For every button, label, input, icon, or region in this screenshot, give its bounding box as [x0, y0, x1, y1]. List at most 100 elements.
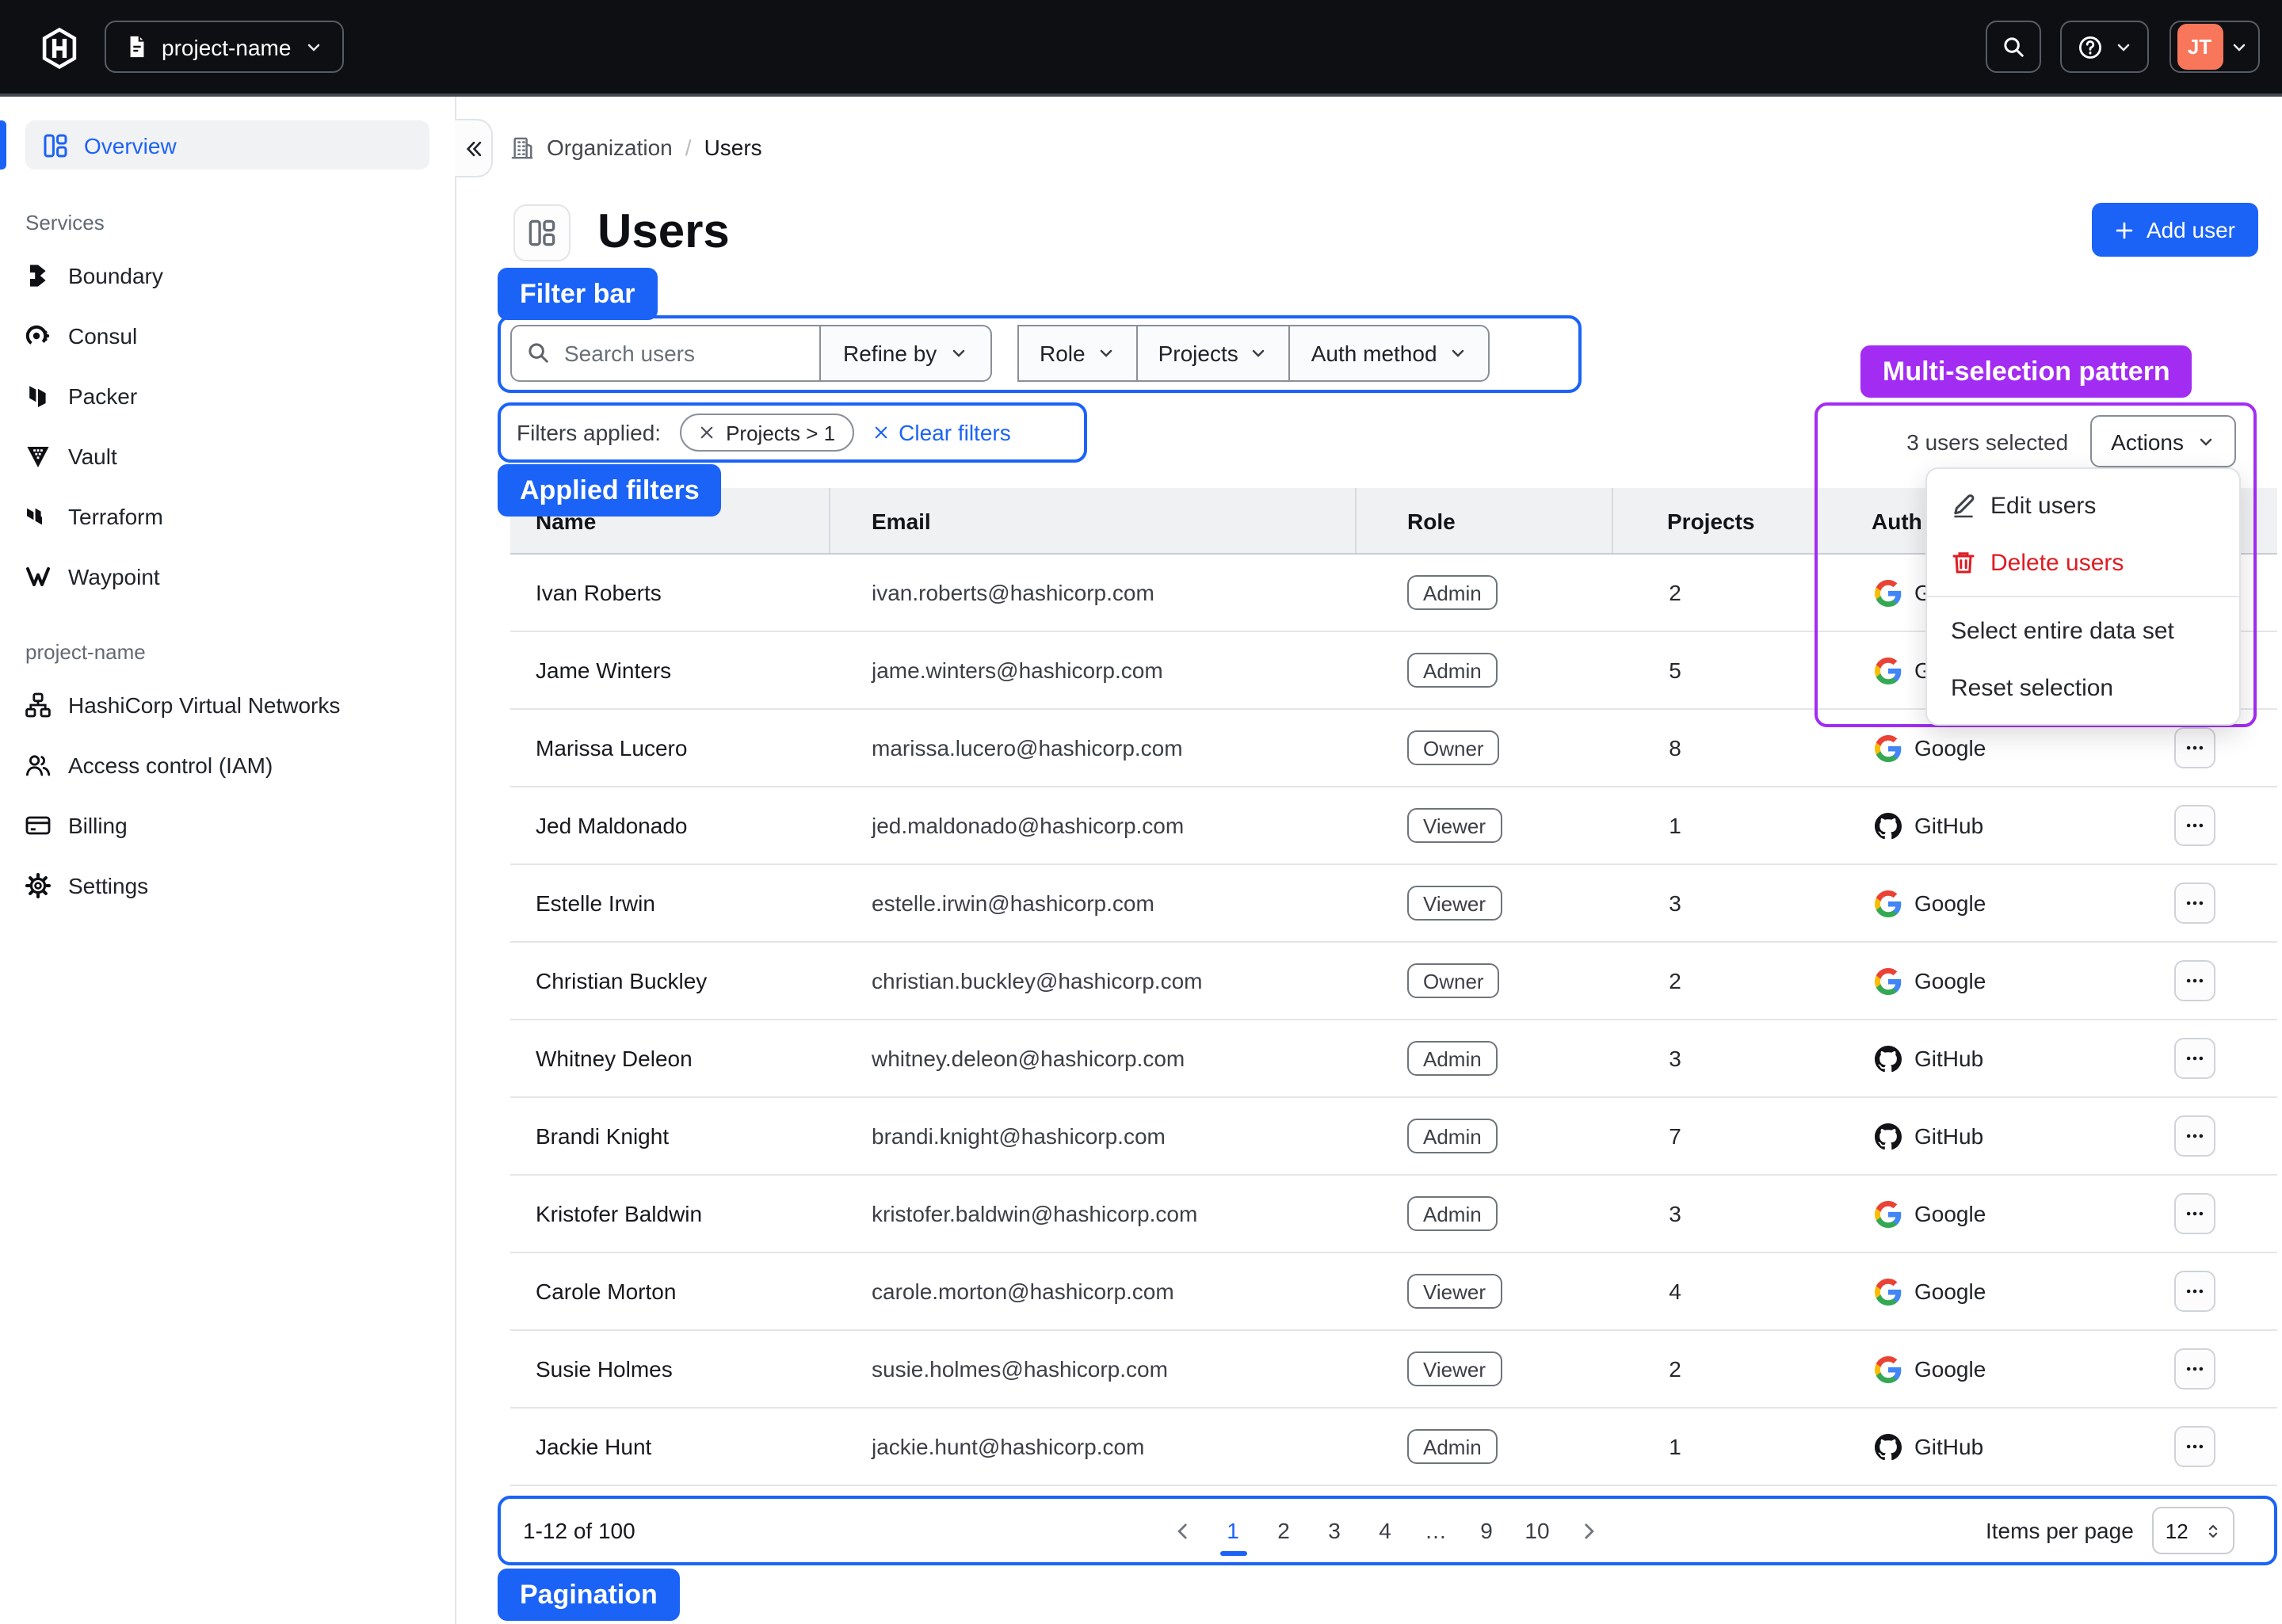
user-menu-button[interactable]: JT	[2169, 21, 2260, 73]
selection-count: 3 users selected	[1906, 429, 2068, 454]
sidebar-item[interactable]: Boundary	[25, 254, 429, 298]
cell-projects: 3	[1612, 1176, 1738, 1252]
filter-dropdown[interactable]: Auth method	[1289, 325, 1490, 382]
sidebar-item-label: Consul	[68, 323, 137, 349]
global-search-button[interactable]	[1986, 21, 2041, 73]
menu-item[interactable]: Reset selection	[1927, 659, 2239, 716]
cell-projects: 5	[1612, 632, 1738, 708]
role-badge: Admin	[1407, 1119, 1498, 1153]
table-row: Carole Morton carole.morton@hashicorp.co…	[510, 1253, 2277, 1331]
chevron-down-icon	[1097, 344, 1116, 363]
sidebar-item[interactable]: Access control (IAM)	[25, 743, 429, 787]
hashicorp-logo-icon	[40, 27, 79, 70]
sidebar-item[interactable]: HashiCorp Virtual Networks	[25, 683, 429, 727]
row-actions-button[interactable]	[2174, 1426, 2215, 1467]
menu-item-label: Select entire data set	[1951, 617, 2174, 644]
chevron-down-icon	[2113, 37, 2132, 56]
role-badge: Viewer	[1407, 1274, 1502, 1309]
row-actions-button[interactable]	[2174, 883, 2215, 924]
page-title-icon-box	[513, 204, 570, 261]
menu-item[interactable]: Edit users	[1927, 477, 2239, 534]
search-input[interactable]	[510, 325, 821, 382]
sidebar-item-label: Billing	[68, 813, 128, 838]
sidebar-item[interactable]: Settings	[25, 863, 429, 908]
service-icon	[25, 873, 51, 898]
refine-by-button[interactable]: Refine by	[819, 325, 992, 382]
project-switcher-button[interactable]: project-name	[105, 21, 343, 73]
sidebar-collapse-button[interactable]	[455, 119, 493, 177]
pagination-range: 1-12 of 100	[523, 1496, 635, 1565]
role-badge: Owner	[1407, 963, 1500, 998]
table-row: Jackie Hunt jackie.hunt@hashicorp.com Ad…	[510, 1409, 2277, 1486]
page-number[interactable]: …	[1410, 1518, 1461, 1543]
annotation-filter-bar: Filter bar	[498, 268, 658, 320]
cell-auth-method: Google	[1875, 1253, 1986, 1329]
page-number[interactable]: 4	[1360, 1518, 1410, 1543]
row-actions-button[interactable]	[2174, 960, 2215, 1001]
role-badge: Viewer	[1407, 1351, 1502, 1386]
cell-projects: 3	[1612, 865, 1738, 941]
cell-email: carole.morton@hashicorp.com	[872, 1253, 1174, 1329]
service-icon	[25, 444, 51, 469]
sidebar-item[interactable]: Consul	[25, 314, 429, 358]
menu-item[interactable]: Delete users	[1927, 534, 2239, 591]
add-user-button[interactable]: Add user	[2092, 203, 2258, 257]
header-divider	[1355, 488, 1357, 553]
page-number[interactable]: 10	[1512, 1518, 1563, 1543]
cell-email: brandi.knight@hashicorp.com	[872, 1098, 1166, 1174]
page-number[interactable]: 3	[1309, 1518, 1360, 1543]
next-page-button[interactable]	[1563, 1520, 1613, 1541]
row-actions-button[interactable]	[2174, 1193, 2215, 1234]
actions-button[interactable]: Actions	[2090, 415, 2236, 467]
service-icon	[25, 383, 51, 409]
sidebar-item-label: Waypoint	[68, 564, 160, 589]
help-menu-button[interactable]	[2060, 21, 2149, 73]
cell-auth-method: GitHub	[1875, 787, 1983, 863]
row-actions-button[interactable]	[2174, 805, 2215, 846]
ellipsis-icon	[2184, 737, 2206, 759]
ellipsis-icon	[2184, 1203, 2206, 1225]
chevron-down-icon	[1250, 344, 1269, 363]
cell-name: Susie Holmes	[536, 1331, 673, 1407]
ellipsis-icon	[2184, 970, 2206, 992]
page-number[interactable]: 2	[1258, 1518, 1309, 1543]
page-number[interactable]: 1	[1208, 1518, 1258, 1543]
sidebar-item[interactable]: Packer	[25, 374, 429, 418]
dismiss-icon	[873, 425, 889, 440]
breadcrumb-organization[interactable]: Organization	[547, 135, 673, 160]
chevron-down-icon	[949, 344, 968, 363]
items-per-page-stepper[interactable]: 12	[2153, 1507, 2235, 1554]
filter-dropdown[interactable]: Role	[1017, 325, 1138, 382]
page-number[interactable]: 9	[1461, 1518, 1512, 1543]
sidebar-item[interactable]: Terraform	[25, 494, 429, 539]
clear-filters-link[interactable]: Clear filters	[873, 420, 1011, 445]
cell-name: Ivan Roberts	[536, 555, 662, 631]
menu-item[interactable]: Select entire data set	[1927, 602, 2239, 659]
plus-icon	[2115, 219, 2135, 240]
cell-auth-method: Google	[1875, 1331, 1986, 1407]
row-actions-button[interactable]	[2174, 1115, 2215, 1157]
cell-auth-method: Google	[1875, 1176, 1986, 1252]
sidebar-item[interactable]: Vault	[25, 434, 429, 478]
cell-auth-method: GitHub	[1875, 1098, 1983, 1174]
google-icon	[1875, 967, 1902, 994]
previous-page-button[interactable]	[1157, 1520, 1208, 1541]
applied-filter-pill[interactable]: Projects > 1	[680, 414, 854, 452]
github-icon	[1875, 1045, 1902, 1072]
ellipsis-icon	[2184, 1435, 2206, 1458]
column-header-role: Role	[1407, 488, 1456, 553]
sidebar-item[interactable]: Billing	[25, 803, 429, 848]
filter-dropdown[interactable]: Projects	[1136, 325, 1291, 382]
role-badge: Admin	[1407, 1041, 1498, 1076]
row-actions-button[interactable]	[2174, 727, 2215, 768]
sidebar-item[interactable]: Waypoint	[25, 555, 429, 599]
sidebar-item-label: Overview	[84, 132, 177, 158]
sidebar-item-overview[interactable]: Overview	[25, 120, 429, 170]
row-actions-button[interactable]	[2174, 1038, 2215, 1079]
cell-name: Jame Winters	[536, 632, 671, 708]
row-actions-button[interactable]	[2174, 1348, 2215, 1390]
cell-name: Christian Buckley	[536, 943, 707, 1019]
menu-item-label: Reset selection	[1951, 674, 2113, 701]
cell-projects: 4	[1612, 1253, 1738, 1329]
row-actions-button[interactable]	[2174, 1271, 2215, 1312]
